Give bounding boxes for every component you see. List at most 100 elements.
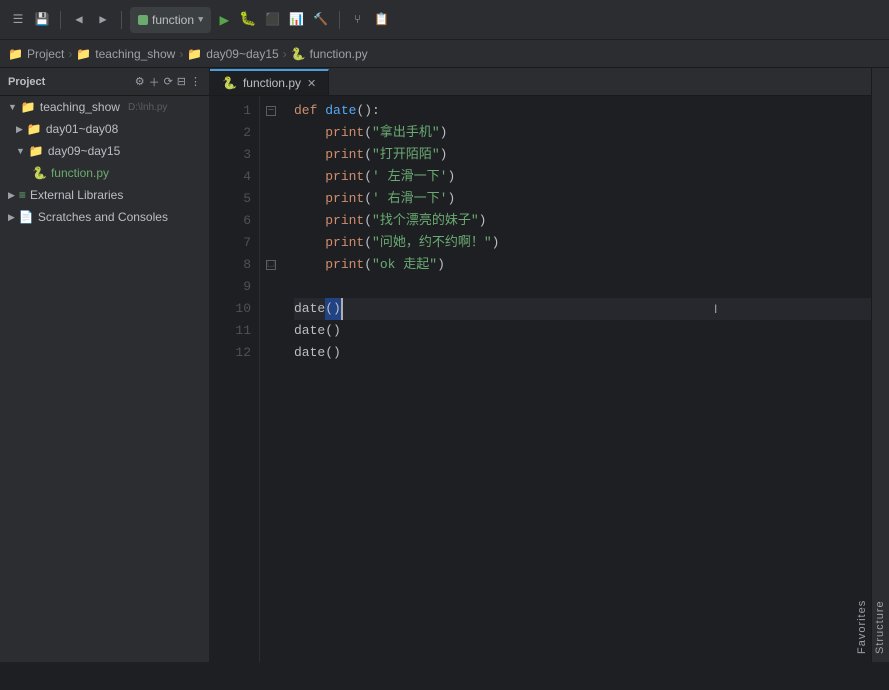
gutter-11 xyxy=(260,320,282,342)
call-date-11: date xyxy=(294,320,325,342)
tab-py-icon: 🐍 xyxy=(222,76,237,90)
sidebar-item-scratches[interactable]: ▶ 📄 Scratches and Consoles xyxy=(0,206,209,228)
editor-panel: 🐍 function.py ✕ 1 2 3 4 5 6 7 8 9 10 11 … xyxy=(210,68,871,662)
main-toolbar: ☰ 💾 ◀ ▶ function ▼ ▶ 🐛 ⬛ 📊 🔨 ⑂ 📋 xyxy=(0,0,889,40)
paren-2: ( xyxy=(364,122,372,144)
vcs-icon[interactable]: 📋 xyxy=(372,10,392,30)
sidebar-item-function-py[interactable]: 🐍 function.py xyxy=(0,162,209,184)
line-num-7: 7 xyxy=(210,232,251,254)
folder-icon-day01: 📁 xyxy=(27,122,42,136)
sidebar-item-teaching-show[interactable]: ▼ 📁 teaching_show D:\lnh.py xyxy=(0,96,209,118)
menu-icon[interactable]: ☰ xyxy=(8,10,28,30)
sidebar-header: Project ⚙ ＋ ⟳ ⊟ ⋮ xyxy=(0,68,209,96)
folder-icon-2: 📁 xyxy=(187,47,202,61)
line-num-12: 12 xyxy=(210,342,251,364)
fold-icon-8: □ xyxy=(266,260,276,270)
lib-icon: ≡ xyxy=(19,188,26,202)
sidebar-label-day09: day09~day15 xyxy=(48,144,120,158)
run-button[interactable]: ▶ xyxy=(215,10,233,30)
close-paren-2: ) xyxy=(440,122,448,144)
build-icon[interactable]: 🔨 xyxy=(311,10,331,30)
py-file-icon: 🐍 xyxy=(291,47,306,61)
breadcrumb-folder-2: day09~day15 xyxy=(206,47,278,61)
indent-4 xyxy=(294,166,325,188)
run-config-icon xyxy=(138,15,148,25)
tab-bar: 🐍 function.py ✕ xyxy=(210,68,871,96)
sidebar-item-day01[interactable]: ▶ 📁 day01~day08 xyxy=(0,118,209,140)
close-paren-6: ) xyxy=(479,210,487,232)
close-paren-5: ) xyxy=(447,188,455,210)
tab-function-py[interactable]: 🐍 function.py ✕ xyxy=(210,69,329,95)
chevron-down-icon: ▼ xyxy=(198,15,203,25)
indent-7 xyxy=(294,232,325,254)
indent-3 xyxy=(294,144,325,166)
paren-1: (): xyxy=(356,100,379,122)
sidebar-item-external-libraries[interactable]: ▶ ≡ External Libraries xyxy=(0,184,209,206)
line-numbers: 1 2 3 4 5 6 7 8 9 10 11 12 xyxy=(210,96,260,662)
empty-9 xyxy=(294,276,302,298)
code-line-2: print("拿出手机") xyxy=(294,122,871,144)
expand-arrow-day09: ▼ xyxy=(16,146,25,156)
sidebar-add-icon[interactable]: ＋ xyxy=(149,74,160,90)
indent-2 xyxy=(294,122,325,144)
kw-print-7: print xyxy=(325,232,364,254)
profile-icon[interactable]: 📊 xyxy=(287,10,307,30)
text-cursor: | xyxy=(341,298,343,320)
sidebar-project-label: Project xyxy=(8,76,45,88)
gutter-6 xyxy=(260,210,282,232)
paren-7: ( xyxy=(364,232,372,254)
breadcrumb-file[interactable]: 🐍 function.py xyxy=(291,47,368,61)
back-icon[interactable]: ◀ xyxy=(69,10,89,30)
run-config-dropdown[interactable]: function ▼ xyxy=(130,7,211,33)
breadcrumb-day09[interactable]: 📁 day09~day15 › xyxy=(187,47,286,61)
debug-icon[interactable]: 🐛 xyxy=(237,11,258,28)
kw-print-5: print xyxy=(325,188,364,210)
coverage-icon[interactable]: ⬛ xyxy=(263,10,283,30)
panel-tab-structure[interactable]: Structure xyxy=(871,68,889,662)
sidebar-sync-icon[interactable]: ⟳ xyxy=(164,75,173,88)
py-icon-function: 🐍 xyxy=(32,166,47,180)
sidebar-options-icon[interactable]: ⋮ xyxy=(190,75,201,88)
save-icon[interactable]: 💾 xyxy=(32,10,52,30)
sidebar-item-day09[interactable]: ▼ 📁 day09~day15 xyxy=(0,140,209,162)
gutter-fold-1[interactable]: − xyxy=(260,100,282,122)
sidebar-collapse-icon[interactable]: ⊟ xyxy=(177,75,186,88)
kw-print-6: print xyxy=(325,210,364,232)
gutter-9 xyxy=(260,276,282,298)
code-editor[interactable]: def date(): print("拿出手机") print("打开陌陌") … xyxy=(282,96,871,662)
sidebar-label-function-py: function.py xyxy=(51,166,109,180)
main-layout: Project ⚙ ＋ ⟳ ⊟ ⋮ ▼ 📁 teaching_show D:\l… xyxy=(0,68,889,662)
separator-1 xyxy=(60,11,61,29)
line-num-11: 11 xyxy=(210,320,251,342)
breadcrumb-teaching-show[interactable]: 📁 teaching_show › xyxy=(76,47,183,61)
gutter-fold-8[interactable]: □ xyxy=(260,254,282,276)
line-num-10: 10 xyxy=(210,298,251,320)
panel-tab-favorites[interactable]: Favorites xyxy=(853,68,871,662)
code-line-12: date() xyxy=(294,342,871,364)
keyword-def: def xyxy=(294,100,325,122)
str-2: "拿出手机" xyxy=(372,122,440,144)
expand-arrow-teaching-show: ▼ xyxy=(8,102,17,112)
expand-arrow-scratches: ▶ xyxy=(8,212,15,223)
call-date-12: date xyxy=(294,342,325,364)
scratches-icon: 📄 xyxy=(19,210,34,224)
paren-6: ( xyxy=(364,210,372,232)
breadcrumb-project[interactable]: 📁 Project › xyxy=(8,47,72,61)
git-icon[interactable]: ⑂ xyxy=(348,10,368,30)
separator-3 xyxy=(339,11,340,29)
sidebar: Project ⚙ ＋ ⟳ ⊟ ⋮ ▼ 📁 teaching_show D:\l… xyxy=(0,68,210,662)
folder-icon-day09: 📁 xyxy=(29,144,44,158)
line-num-4: 4 xyxy=(210,166,251,188)
forward-icon[interactable]: ▶ xyxy=(93,10,113,30)
tab-close-button[interactable]: ✕ xyxy=(307,77,316,90)
func-name-date: date xyxy=(325,100,356,122)
right-panel-tabs: Structure Favorites xyxy=(871,68,889,662)
line-num-1: 1 xyxy=(210,100,251,122)
call-paren-12: () xyxy=(325,342,341,364)
kw-print-3: print xyxy=(325,144,364,166)
tab-label-function-py: function.py xyxy=(243,76,301,90)
indent-6 xyxy=(294,210,325,232)
line-num-9: 9 xyxy=(210,276,251,298)
fold-icon-1: − xyxy=(266,106,276,116)
sidebar-gear-icon[interactable]: ⚙ xyxy=(135,75,145,88)
